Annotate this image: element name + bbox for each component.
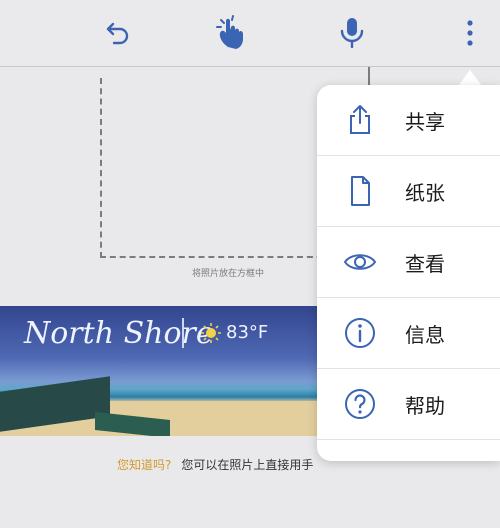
paper-icon: [351, 176, 370, 206]
eye-icon: [343, 254, 377, 270]
banner-divider: [182, 318, 184, 348]
undo-button[interactable]: [88, 0, 148, 66]
microphone-button[interactable]: [322, 0, 382, 66]
microphone-icon: [340, 18, 364, 49]
sun-icon: [201, 323, 221, 343]
menu-label-paper: 纸张: [405, 181, 445, 205]
menu-label-share: 共享: [405, 110, 445, 134]
info-icon: [345, 318, 375, 348]
north-shore-photo[interactable]: North Shore 83°F: [0, 306, 320, 436]
menu-item-help[interactable]: 帮助: [317, 369, 500, 439]
banner-temperature: 83°F: [226, 322, 269, 343]
tip-body: 您可以在照片上直接用手: [181, 458, 314, 472]
touch-icon: [216, 15, 243, 49]
menu-item-view[interactable]: 查看: [317, 227, 500, 297]
tip-question: 您知道吗?: [117, 458, 172, 472]
toolbar: [0, 0, 500, 67]
more-menu: 共享 纸张 查看 信息 帮助: [317, 85, 500, 461]
menu-divider: [317, 439, 500, 440]
banner-title: North Shore: [24, 316, 214, 351]
undo-icon: [106, 22, 129, 45]
menu-arrow: [458, 70, 482, 86]
more-icon: [467, 20, 473, 46]
touch-button[interactable]: [202, 0, 262, 66]
menu-item-info[interactable]: 信息: [317, 298, 500, 368]
menu-label-help: 帮助: [405, 394, 445, 418]
share-icon: [350, 105, 370, 134]
tip-text: 您知道吗? 您可以在照片上直接用手: [117, 456, 313, 473]
menu-item-paper[interactable]: 纸张: [317, 156, 500, 226]
frame-caption: 将照片放在方框中: [192, 269, 265, 279]
more-button[interactable]: [440, 0, 500, 66]
menu-label-view: 查看: [405, 252, 445, 276]
menu-label-info: 信息: [405, 323, 445, 347]
help-icon: [345, 389, 375, 419]
menu-item-share[interactable]: 共享: [317, 85, 500, 155]
